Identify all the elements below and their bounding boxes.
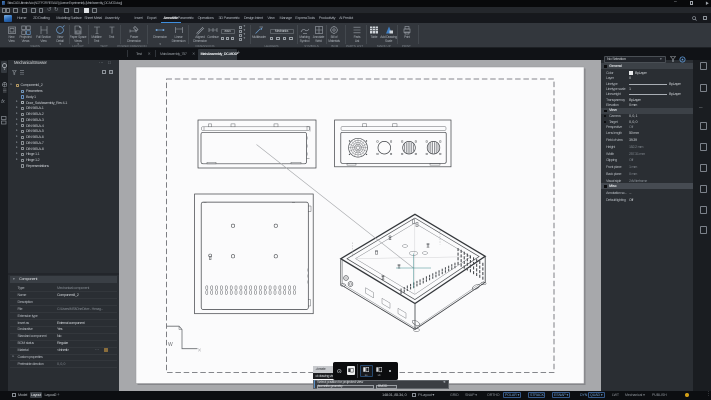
svg-text:W: W	[168, 342, 173, 348]
